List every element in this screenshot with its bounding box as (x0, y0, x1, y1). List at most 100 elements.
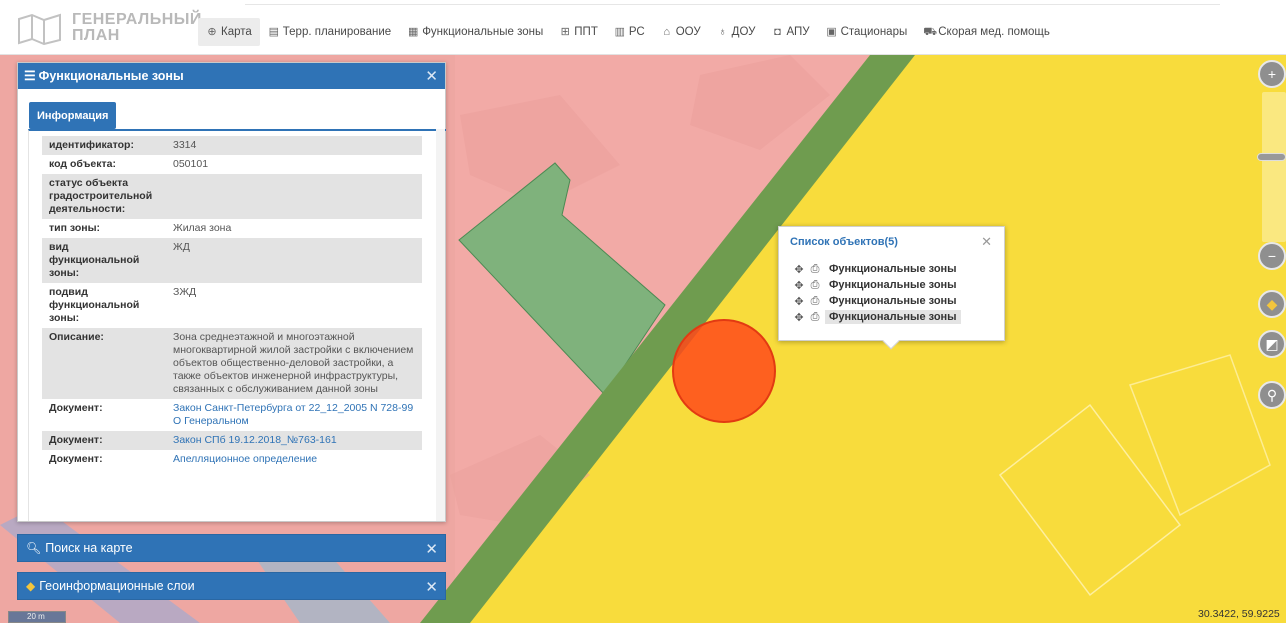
nav-label: Скорая мед. помощь (938, 26, 1050, 38)
table-row: вид функциональной зоны: ЖД (42, 238, 422, 283)
table-row: статус объекта градостроительной деятель… (42, 174, 422, 219)
ambulance-icon: ⛟ (923, 26, 938, 38)
nav-hospitals[interactable]: ▣ Стационары (818, 18, 916, 46)
attr-key: статус объекта градостроительной деятель… (42, 174, 166, 219)
table-row: тип зоны: Жилая зона (42, 219, 422, 238)
attributes-table: идентификатор: 3314 код объекта: 050101 ст… (42, 136, 422, 469)
zoom-slider-track[interactable] (1262, 92, 1286, 242)
attr-value: 3314 (166, 136, 422, 155)
table-row: Документ: Закон СПб 19.12.2018_№763-161 (42, 431, 422, 450)
nav-label: ООУ (675, 26, 701, 38)
close-icon[interactable]: ✕ (981, 234, 992, 250)
move-icon[interactable]: ✥ (791, 311, 807, 324)
layers-icon: ◆ (26, 579, 36, 593)
table-row: Описание: Зона среднеэтажной и многоэтажн… (42, 328, 422, 399)
print-icon[interactable]: ⎙ (807, 263, 823, 276)
app-logo[interactable]: ГЕНЕРАЛЬНЫЙ ПЛАН (16, 11, 201, 47)
hospital-icon: ▣ (826, 26, 837, 38)
attr-key: идентификатор: (42, 136, 166, 155)
list-item[interactable]: ✥ ⎙ Функциональные зоны (791, 277, 991, 293)
nav-apu[interactable]: ◘ АПУ (763, 18, 817, 46)
nav-ppt[interactable]: ⊞ ППТ (551, 18, 606, 46)
close-icon[interactable]: ✕ (425, 540, 438, 558)
panel-scrollbar[interactable] (436, 129, 445, 521)
menu-icon[interactable]: ☰ (24, 68, 36, 84)
nav-label: АПУ (786, 26, 810, 38)
minus-icon: − (1267, 248, 1277, 264)
nav-label: ППТ (574, 26, 598, 38)
item-label[interactable]: Функциональные зоны (825, 294, 961, 308)
attr-value: Жилая зона (173, 222, 232, 234)
document-link[interactable]: Апелляционное определение (166, 450, 422, 469)
search-icon: 🔍︎ (26, 541, 42, 555)
top-navigation-bar: ГЕНЕРАЛЬНЫЙ ПЛАН ⊕ Карта ▤ Терр. планирова… (0, 0, 1286, 55)
attr-key: подвид функциональной зоны: (49, 286, 140, 324)
search-bar-title: Поиск на карте (45, 541, 133, 555)
print-icon[interactable]: ⎙ (807, 295, 823, 308)
child-icon: ♁ (718, 26, 727, 38)
popup-title: Список объектов(5) (790, 236, 898, 248)
document-link[interactable]: Закон Санкт-Петербурга от 22_12_2005 N 7… (166, 399, 422, 431)
panel-header: ☰ Функциональные зоны ✕ (18, 63, 445, 89)
logo-line2: ПЛАН (72, 27, 120, 44)
map-book-icon (18, 13, 61, 45)
zoom-in-button[interactable]: + (1258, 60, 1286, 88)
list-item[interactable]: ✥ ⎙ Функциональные зоны (791, 261, 991, 277)
nav-label: ДОУ (731, 26, 756, 38)
grid-icon: ▥ (614, 26, 626, 38)
document-link[interactable]: Закон СПб 19.12.2018_№763-161 (166, 431, 422, 450)
search-button[interactable]: ⚲ (1258, 381, 1286, 409)
attr-value: ЖД (166, 238, 422, 283)
functional-zones-panel: ☰ Функциональные зоны ✕ Информация идент… (17, 62, 446, 522)
item-label[interactable]: Функциональные зоны (825, 278, 961, 292)
nav-label: Терр. планирование (282, 26, 392, 38)
list-item[interactable]: ✥ ⎙ Функциональные зоны (791, 293, 991, 309)
nav-label: Карта (221, 26, 252, 38)
close-icon[interactable]: ✕ (425, 67, 438, 85)
item-label[interactable]: Функциональные зоны (825, 262, 961, 276)
table-row: Документ: Апелляционное определение (42, 450, 422, 469)
attr-key: Документ: (49, 453, 103, 465)
move-icon[interactable]: ✥ (791, 279, 807, 292)
scale-bar: 20 m (8, 611, 66, 623)
attributes-area: идентификатор: 3314 код объекта: 050101 ст… (28, 129, 446, 521)
nav-rs[interactable]: ▥ РС (606, 18, 653, 46)
print-icon[interactable]: ⎙ (807, 279, 823, 292)
table-row: Документ: Закон Санкт-Петербурга от 22_12… (42, 399, 422, 431)
document-icon: ▤ (268, 26, 279, 38)
nav-label: Стационары (840, 26, 908, 38)
layers-bar-title: Геоинформационные слои (39, 579, 195, 593)
print-icon[interactable]: ⎙ (807, 311, 823, 324)
objects-list-popup: Список объектов(5) ✕ ✥ ⎙ Функциональные зо… (778, 226, 1005, 350)
attr-value (166, 174, 422, 219)
move-icon[interactable]: ✥ (791, 295, 807, 308)
attr-key: вид функциональной зоны: (42, 238, 166, 283)
cursor-coordinates: 30.3422, 59.9225 (1198, 608, 1280, 620)
geo-layers-bar[interactable]: ◆ Геоинформационные слои ✕ (17, 572, 446, 600)
selected-point-marker[interactable] (672, 319, 776, 423)
zoom-out-button[interactable]: − (1258, 242, 1286, 270)
attr-key: тип зоны: (49, 222, 101, 234)
item-label[interactable]: Функциональные зоны (825, 310, 961, 324)
attr-value: ЗЖД (173, 286, 197, 298)
nav-oou[interactable]: ⌂ ООУ (653, 18, 709, 46)
nav-functional-zones[interactable]: ▦ Функциональные зоны (399, 18, 551, 46)
layers-icon: ◆ (1266, 295, 1278, 312)
list-item-selected[interactable]: ✥ ⎙ Функциональные зоны (791, 309, 991, 325)
move-icon[interactable]: ✥ (791, 263, 807, 276)
nav-label: Функциональные зоны (422, 26, 544, 38)
measure-button[interactable]: ◩ (1258, 330, 1286, 358)
nav-territorial-planning[interactable]: ▤ Терр. планирование (260, 18, 399, 46)
nav-ambulance[interactable]: ⛟ Скорая мед. помощь (915, 18, 1058, 46)
nav-map[interactable]: ⊕ Карта (198, 18, 260, 46)
close-icon[interactable]: ✕ (425, 578, 438, 596)
zoom-slider-handle[interactable] (1257, 153, 1286, 161)
attr-value: Зона среднеэтажной и многоэтажной многок… (166, 328, 422, 399)
table-icon: ⊞ (560, 26, 570, 38)
nav-dou[interactable]: ♁ ДОУ (709, 18, 764, 46)
map-search-bar[interactable]: 🔍︎ Поиск на карте ✕ (17, 534, 446, 562)
tab-information[interactable]: Информация (29, 102, 117, 129)
layers-button[interactable]: ◆ (1258, 290, 1286, 318)
attr-key: код объекта: (49, 158, 116, 170)
attr-key: Документ: (49, 402, 103, 414)
